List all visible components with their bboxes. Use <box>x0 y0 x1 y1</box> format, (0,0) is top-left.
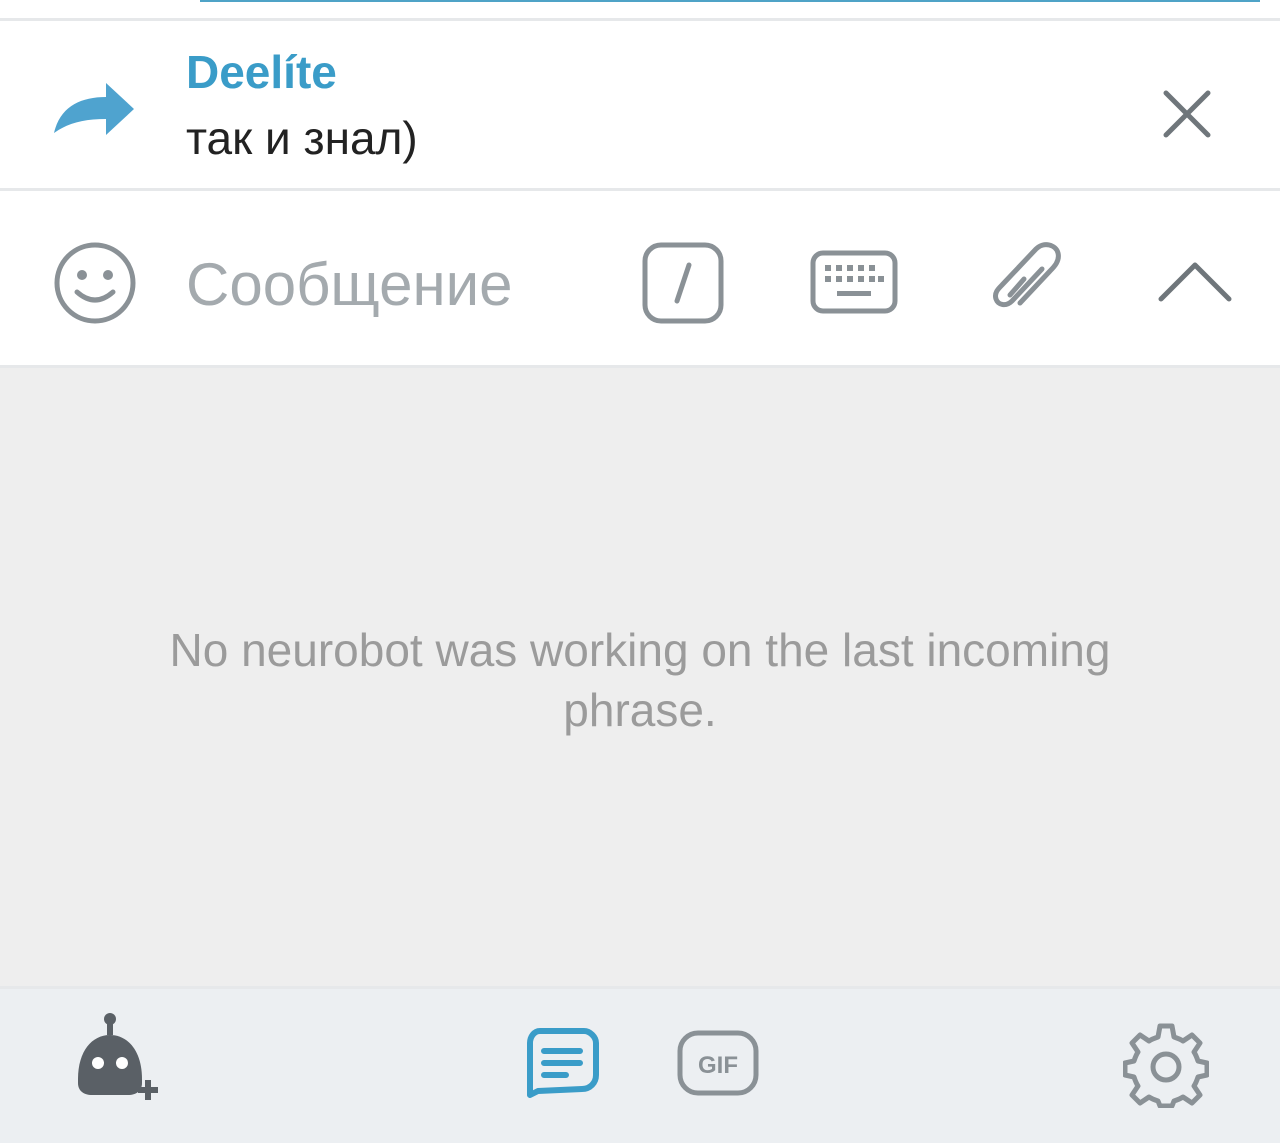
tab-gif[interactable]: GIF <box>672 1027 764 1099</box>
chevron-up-icon <box>1158 262 1232 302</box>
progress-line <box>200 0 1260 2</box>
panel-tab-bar: GIF <box>0 989 1280 1143</box>
attach-button[interactable] <box>980 236 1070 332</box>
add-neurobot-button[interactable] <box>64 1011 164 1107</box>
paperclip-icon <box>993 242 1061 308</box>
message-composer <box>0 192 1280 365</box>
chat-input-screen: Deelíte так и знал) Сообщение No neurobo… <box>0 0 1280 1143</box>
reply-arrow-icon <box>54 83 134 135</box>
message-input[interactable] <box>186 244 606 324</box>
close-icon <box>1163 90 1211 138</box>
gif-label: GIF <box>698 1052 738 1079</box>
reply-author: Deelíte <box>186 46 337 98</box>
keyboard-button[interactable] <box>806 244 902 320</box>
bot-commands-button[interactable] <box>638 238 728 328</box>
keyboard-icon <box>810 250 898 314</box>
close-reply-button[interactable] <box>1152 79 1222 149</box>
neurobot-panel: No neurobot was working on the last inco… <box>0 368 1280 986</box>
emoji-button[interactable] <box>50 238 140 328</box>
divider <box>0 188 1280 191</box>
tab-text-replies[interactable] <box>520 1025 604 1101</box>
bot-command-icon <box>642 242 724 324</box>
settings-button[interactable] <box>1120 1019 1212 1111</box>
empty-state-message: No neurobot was working on the last inco… <box>169 624 1111 736</box>
add-robot-icon <box>78 1013 158 1100</box>
reply-preview: Deelíte так и знал) <box>0 21 1280 188</box>
emoji-icon <box>54 242 136 324</box>
gif-icon: GIF <box>677 1030 759 1096</box>
text-message-icon <box>527 1028 599 1098</box>
reply-message-text: так и знал) <box>186 112 418 164</box>
top-strip <box>0 0 1280 18</box>
expand-panel-button[interactable] <box>1152 246 1238 316</box>
gear-icon <box>1123 1023 1209 1108</box>
